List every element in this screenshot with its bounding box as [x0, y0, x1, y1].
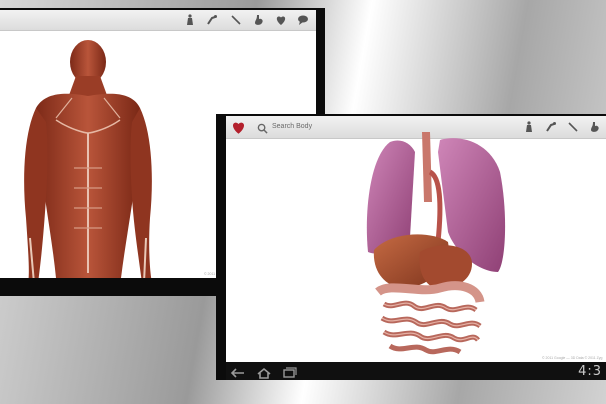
search-icon[interactable] — [257, 121, 268, 139]
heart-logo-icon[interactable] — [230, 119, 246, 135]
clock: 4:3 — [578, 364, 602, 379]
stomach-icon[interactable] — [588, 120, 602, 134]
bone-icon[interactable] — [205, 13, 219, 27]
recent-apps-icon[interactable] — [282, 366, 298, 378]
body-icon[interactable] — [522, 120, 536, 134]
bone-icon[interactable] — [544, 120, 558, 134]
stomach-icon[interactable] — [252, 13, 266, 27]
body-icon[interactable] — [183, 13, 197, 27]
heart-icon[interactable] — [274, 13, 288, 27]
foreground-credit: © 2011 Google — 3D Data © 2011 Zyg — [542, 356, 603, 360]
android-nav-bar: 4:3 — [226, 362, 606, 380]
background-credit: © 2011 — [204, 272, 216, 276]
background-toolbar — [0, 10, 316, 31]
search-input[interactable]: Search Body — [272, 123, 312, 130]
speech-icon[interactable] — [296, 13, 310, 27]
organs-body-model[interactable] — [360, 132, 510, 362]
foreground-tablet-screen: Search Body © 2011 Google — 3D Data © 20… — [226, 116, 606, 362]
nerve-icon[interactable] — [566, 120, 580, 134]
home-icon[interactable] — [256, 366, 272, 379]
nerve-icon[interactable] — [229, 13, 243, 27]
muscular-body-model[interactable] — [16, 38, 176, 278]
back-icon[interactable] — [230, 366, 246, 378]
